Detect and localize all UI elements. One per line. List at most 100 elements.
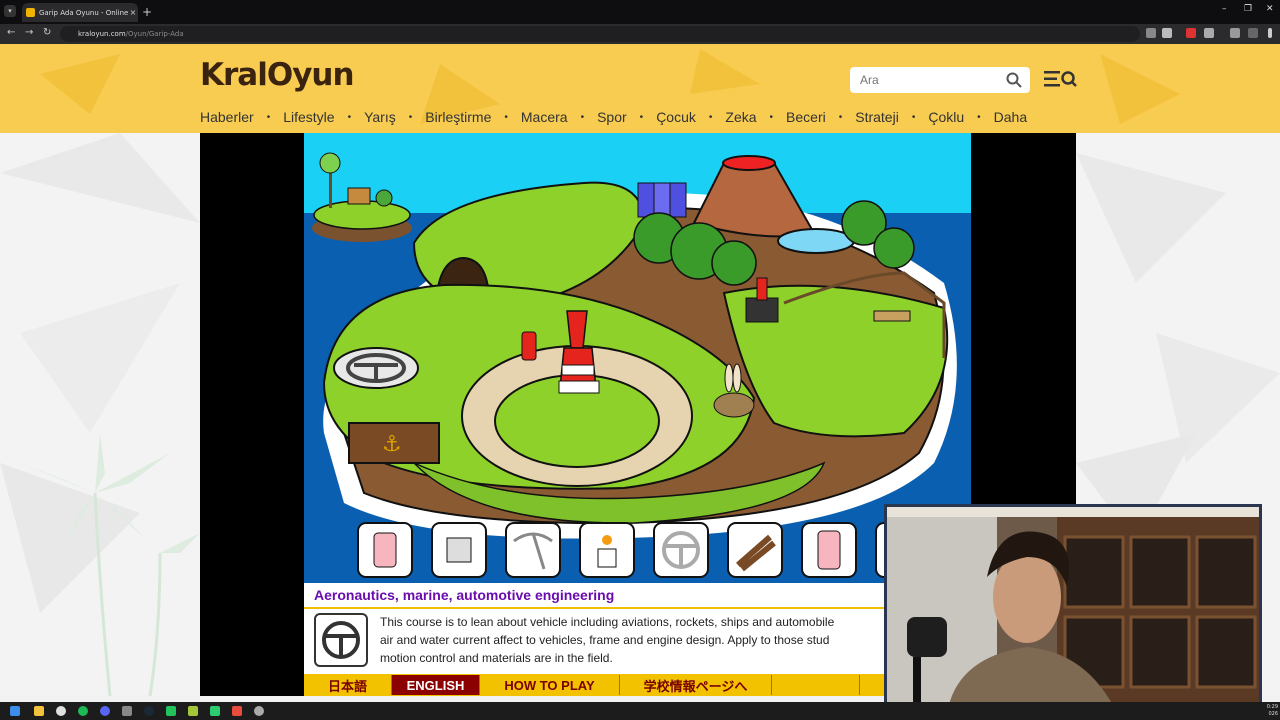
nav-item-cocuk[interactable]: Çocuk <box>656 109 696 125</box>
os-taskbar: 0:29 026 <box>0 702 1280 720</box>
nav-separator: • <box>504 111 508 123</box>
nav-item-yaris[interactable]: Yarış <box>364 109 396 125</box>
pond <box>777 228 855 254</box>
title-underline <box>304 607 971 609</box>
nav-item-zeka[interactable]: Zeka <box>725 109 756 125</box>
new-tab-button[interactable]: + <box>142 5 152 19</box>
anchor-icon: ⚓ <box>382 432 402 457</box>
footer-empty-button[interactable] <box>772 675 860 695</box>
game-footer-menu: 日本語 ENGLISH HOW TO PLAY 学校情報ページへ <box>304 674 971 696</box>
browser-tab[interactable]: Garip Ada Oyunu - Online ücre × <box>22 3 138 22</box>
url-host: kraloyun.com <box>78 30 126 38</box>
site-header: KralOyun Haberler • Lifestyle • Yarış • Bir… <box>0 44 1280 133</box>
nav-separator: • <box>838 111 843 123</box>
settings-icon[interactable] <box>254 706 264 716</box>
clock-time: 0:29 <box>1266 704 1278 710</box>
wheel-item[interactable] <box>653 522 709 578</box>
chrome-icon[interactable] <box>56 706 66 716</box>
app-icon[interactable] <box>166 706 176 716</box>
extension-icon[interactable] <box>1186 28 1196 38</box>
file-explorer-icon[interactable] <box>34 706 44 716</box>
forward-icon[interactable]: → <box>25 27 33 38</box>
browser-tab-bar: ▾ Garip Ada Oyunu - Online ücre × + – ❐ … <box>0 0 1280 24</box>
nav-separator: • <box>347 111 352 123</box>
restore-icon[interactable]: ❐ <box>1244 4 1252 14</box>
nav-item-coklu[interactable]: Çoklu <box>928 109 964 125</box>
pickaxe-item[interactable] <box>505 522 561 578</box>
app-icon[interactable] <box>122 706 132 716</box>
nav-item-strateji[interactable]: Strateji <box>855 109 899 125</box>
browser-menu-icon[interactable] <box>1268 28 1272 38</box>
nav-item-lifestyle[interactable]: Lifestyle <box>283 109 334 125</box>
tab-close-icon[interactable]: × <box>128 8 138 17</box>
profile-icon[interactable] <box>1248 28 1258 38</box>
start-icon[interactable] <box>10 706 20 716</box>
nav-item-birlestirme[interactable]: Birleştirme <box>425 109 491 125</box>
system-clock[interactable]: 0:29 026 <box>1267 704 1278 718</box>
tube-item[interactable] <box>801 522 857 578</box>
site-favicon-icon <box>26 8 35 17</box>
japanese-button[interactable]: 日本語 <box>304 675 392 695</box>
browser-toolbar: ← → ↻ kraloyun.com/Oyun/Garip-Ada <box>0 24 1280 44</box>
app-icon[interactable] <box>232 706 242 716</box>
steering-wheel-icon <box>314 613 368 667</box>
tab-title: Garip Ada Oyunu - Online ücre <box>39 8 128 17</box>
nav-separator: • <box>769 111 774 123</box>
nav-separator: • <box>580 111 585 123</box>
reload-icon[interactable]: ↻ <box>43 27 51 38</box>
nav-separator: • <box>408 111 413 123</box>
nav-item-haberler[interactable]: Haberler <box>200 109 254 125</box>
fuel-canister[interactable] <box>521 331 537 361</box>
game-canvas[interactable]: ⚓ <box>304 133 971 583</box>
menu-search-icon[interactable] <box>1044 70 1078 88</box>
canister-item[interactable] <box>357 522 413 578</box>
island-scene[interactable]: ⚓ <box>304 133 971 583</box>
course-description: This course is to lean about vehicle inc… <box>380 613 960 667</box>
logs-item[interactable] <box>727 522 783 578</box>
address-bar[interactable]: kraloyun.com/Oyun/Garip-Ada <box>60 26 1140 42</box>
book-blocks[interactable] <box>637 182 687 218</box>
nav-separator: • <box>266 111 271 123</box>
course-title: Aeronautics, marine, automotive engineer… <box>314 587 615 603</box>
zoom-icon[interactable] <box>1146 28 1156 38</box>
search-box[interactable] <box>850 67 1030 93</box>
discord-icon[interactable] <box>100 706 110 716</box>
webcam-feed <box>887 507 1259 713</box>
search-input[interactable] <box>858 72 1002 88</box>
steering-pad[interactable] <box>333 347 419 389</box>
app-icon[interactable] <box>188 706 198 716</box>
nav-item-macera[interactable]: Macera <box>521 109 568 125</box>
harbor-dock[interactable]: ⚓ <box>348 422 440 464</box>
school-info-button[interactable]: 学校情報ページへ <box>620 675 772 695</box>
steam-icon[interactable] <box>144 706 154 716</box>
close-window-icon[interactable]: ✕ <box>1266 4 1274 14</box>
burner-item[interactable] <box>579 522 635 578</box>
nav-separator: • <box>911 111 916 123</box>
app-icon[interactable] <box>210 706 220 716</box>
bookmark-star-icon[interactable] <box>1162 28 1172 38</box>
minimize-icon[interactable]: – <box>1222 4 1227 14</box>
how-to-play-button[interactable]: HOW TO PLAY <box>480 675 620 695</box>
english-button[interactable]: ENGLISH <box>392 675 480 695</box>
tab-search-icon[interactable]: ▾ <box>4 5 16 17</box>
picnic-table[interactable] <box>873 310 911 322</box>
extensions-puzzle-icon[interactable] <box>1204 28 1214 38</box>
spotify-icon[interactable] <box>78 706 88 716</box>
search-icon[interactable] <box>1006 72 1022 88</box>
description-line: motion control and materials are in the … <box>380 651 613 665</box>
extension-icon[interactable] <box>1230 28 1240 38</box>
nav-item-beceri[interactable]: Beceri <box>786 109 826 125</box>
chip-item[interactable] <box>431 522 487 578</box>
description-line: air and water current affect to vehicles… <box>380 633 830 647</box>
site-logo[interactable]: KralOyun <box>200 57 355 93</box>
treasure-chest-icon <box>347 187 371 205</box>
back-icon[interactable]: ← <box>7 27 15 38</box>
description-line: This course is to lean about vehicle inc… <box>380 615 835 629</box>
course-info-panel: Aeronautics, marine, automotive engineer… <box>304 583 971 696</box>
nav-item-daha[interactable]: Daha <box>994 109 1027 125</box>
nav-item-spor[interactable]: Spor <box>597 109 627 125</box>
clock-date: 026 <box>1268 711 1278 717</box>
background-decor <box>0 133 200 696</box>
nav-separator: • <box>639 111 644 123</box>
url-path: /Oyun/Garip-Ada <box>125 30 184 38</box>
